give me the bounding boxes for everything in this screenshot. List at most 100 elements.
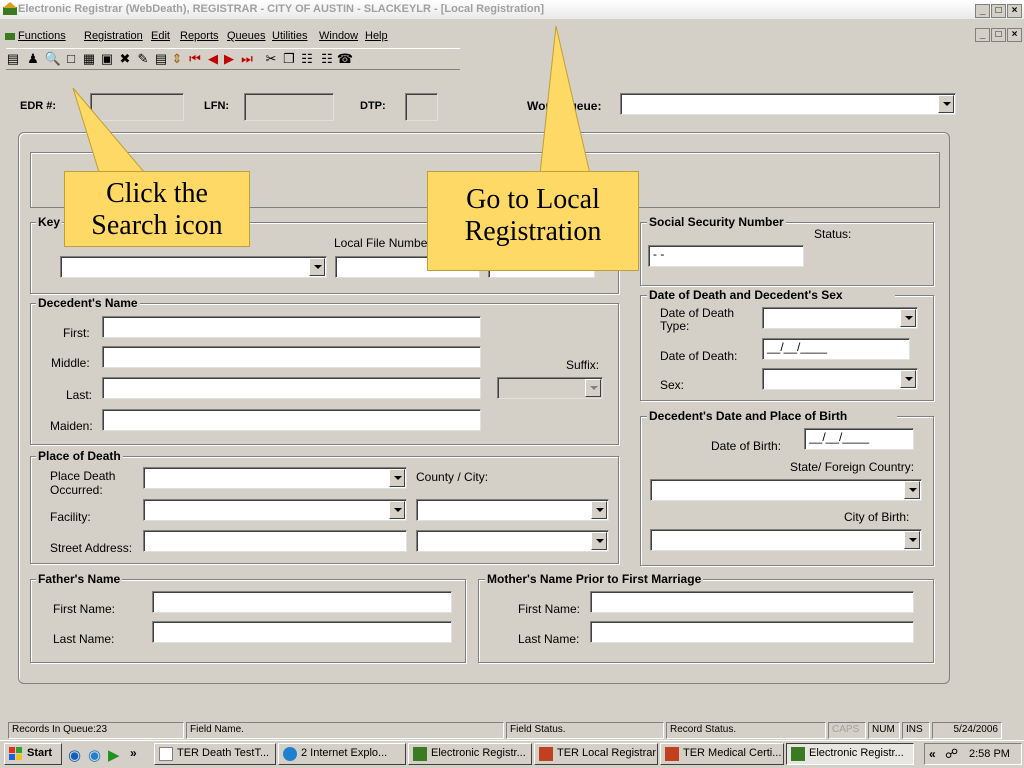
birth-city-label: City of Birth: — [844, 510, 910, 524]
county-city-select[interactable] — [416, 499, 609, 521]
sex-label: Sex: — [660, 378, 685, 392]
powerpoint-icon — [539, 747, 553, 761]
maximize-button[interactable]: □ — [991, 4, 1006, 18]
task-ter-medical[interactable]: TER Medical Certi... — [660, 743, 784, 765]
print-icon[interactable]: ▤ — [4, 50, 22, 68]
suffix-select[interactable] — [497, 377, 603, 399]
father-first-label: First Name: — [53, 602, 116, 616]
powerpoint-icon-2 — [665, 747, 679, 761]
birth-state-select[interactable] — [650, 479, 922, 501]
registrar-icon — [413, 747, 427, 761]
desktop-quicklaunch-icon[interactable]: ◉ — [88, 746, 101, 764]
help-icon[interactable]: ☎ — [336, 50, 354, 68]
menu-functions[interactable]: Functions — [18, 30, 66, 42]
edit-icon[interactable]: ✎ — [134, 50, 152, 68]
sort-icon[interactable]: ⇕ — [168, 50, 186, 68]
task-ter-death[interactable]: TER Death TestT... — [154, 743, 276, 765]
book-icon[interactable]: ☷ — [318, 50, 336, 68]
dod-label: Date of Death: — [660, 349, 738, 363]
menu-registration[interactable]: Registration — [84, 30, 143, 42]
father-last-input[interactable] — [152, 621, 452, 643]
menu-window[interactable]: Window — [319, 30, 358, 42]
windows-logo-icon — [9, 747, 22, 760]
ie-quicklaunch-icon[interactable]: ◉ — [68, 746, 81, 764]
facility-label: Facility: — [50, 510, 91, 524]
lfn-input[interactable] — [244, 93, 334, 121]
system-tray: « ☍ 2:58 PM — [924, 743, 1022, 765]
quicklaunch-chevron[interactable]: » — [130, 746, 137, 760]
menu-reports[interactable]: Reports — [180, 30, 219, 42]
media-quicklaunch-icon[interactable]: ▶ — [108, 746, 120, 764]
dod-type-select[interactable] — [762, 307, 918, 329]
registrar-icon-2 — [791, 747, 805, 761]
start-button[interactable]: Start — [4, 743, 62, 765]
work-queue-select[interactable] — [620, 93, 956, 115]
open-icon[interactable]: ▦ — [80, 50, 98, 68]
menu-help[interactable]: Help — [365, 30, 388, 42]
dob-input[interactable]: __/__/____ — [804, 428, 914, 450]
child-minimize-button[interactable]: _ — [975, 28, 990, 42]
network-icon[interactable]: ☍ — [945, 746, 958, 762]
edr-label: EDR #: — [20, 100, 57, 112]
first-name-input[interactable] — [102, 316, 481, 338]
edr-input[interactable] — [90, 93, 184, 121]
last-record-icon[interactable]: ⏭ — [238, 50, 256, 68]
menu-edit[interactable]: Edit — [151, 30, 170, 42]
search-callout: Click the Search icon — [64, 171, 250, 247]
dtp-input[interactable] — [405, 93, 438, 121]
maiden-name-label: Maiden: — [50, 419, 93, 433]
facility-select[interactable] — [143, 499, 407, 521]
task-electronic-registrar-1[interactable]: Electronic Registr... — [408, 743, 532, 765]
task-electronic-registrar-2[interactable]: Electronic Registr... — [786, 743, 914, 765]
last-name-input[interactable] — [102, 377, 481, 399]
num-indicator: NUM — [868, 722, 900, 739]
mother-first-input[interactable] — [590, 591, 914, 613]
title-bar: Electronic Registrar (WebDeath), REGISTR… — [0, 0, 1024, 19]
tray-chevron[interactable]: « — [929, 747, 936, 761]
sex-select[interactable] — [762, 368, 918, 390]
child-maximize-button[interactable]: □ — [991, 28, 1006, 42]
child-close-button[interactable]: × — [1007, 28, 1022, 42]
word-doc-icon — [159, 747, 173, 761]
place-occurred-select[interactable] — [143, 467, 407, 489]
copy-icon[interactable]: ❐ — [280, 50, 298, 68]
task-ter-local-registrar[interactable]: TER Local Registrar — [534, 743, 658, 765]
save-icon[interactable]: ▣ — [98, 50, 116, 68]
person-icon[interactable]: ♟ — [24, 50, 42, 68]
menu-queues[interactable]: Queues — [227, 30, 266, 42]
next-record-icon[interactable]: ▶ — [220, 50, 238, 68]
street-address-label: Street Address: — [50, 541, 133, 555]
field-name-status: Field Name. — [186, 722, 504, 739]
child-window-icon — [5, 33, 15, 40]
task-internet-explorer[interactable]: 2 Internet Explo... — [278, 743, 406, 765]
menu-utilities[interactable]: Utilities — [272, 30, 307, 42]
window-title: Electronic Registrar (WebDeath), REGISTR… — [18, 3, 545, 15]
ssn-status-label: Status: — [814, 227, 852, 241]
street-city-select[interactable] — [416, 530, 609, 552]
minimize-button[interactable]: _ — [975, 4, 990, 18]
cut-icon[interactable]: ✂ — [262, 50, 280, 68]
paste-icon[interactable]: ☷ — [298, 50, 316, 68]
dod-input[interactable]: __/__/____ — [762, 338, 910, 360]
mother-last-input[interactable] — [590, 621, 914, 643]
records-in-queue: Records In Queue:23 — [8, 722, 184, 739]
lfn-label: LFN: — [204, 100, 230, 112]
birth-city-select[interactable] — [650, 529, 922, 551]
ssn-group-title: Social Security Number — [647, 215, 786, 229]
place-occurred-label: Place Death Occurred: — [50, 469, 116, 497]
father-first-input[interactable] — [152, 591, 452, 613]
maiden-name-input[interactable] — [102, 409, 481, 431]
record-status: Record Status. — [666, 722, 826, 739]
ssn-input[interactable]: - - — [648, 245, 804, 267]
first-record-icon[interactable]: ⏮ — [186, 50, 204, 68]
close-button[interactable]: × — [1007, 4, 1022, 18]
middle-name-input[interactable] — [102, 346, 481, 368]
local-file-number-label: Local File Number — [334, 236, 432, 250]
street-address-input[interactable] — [143, 530, 407, 552]
new-document-icon[interactable]: □ — [62, 50, 80, 68]
dod-type-label: Date of Death Type: — [660, 306, 735, 333]
search-icon[interactable]: 🔍 — [44, 50, 62, 68]
first-name-label: First: — [63, 326, 90, 340]
key-type-select[interactable] — [60, 256, 327, 278]
signature-icon[interactable]: ✖ — [116, 50, 134, 68]
